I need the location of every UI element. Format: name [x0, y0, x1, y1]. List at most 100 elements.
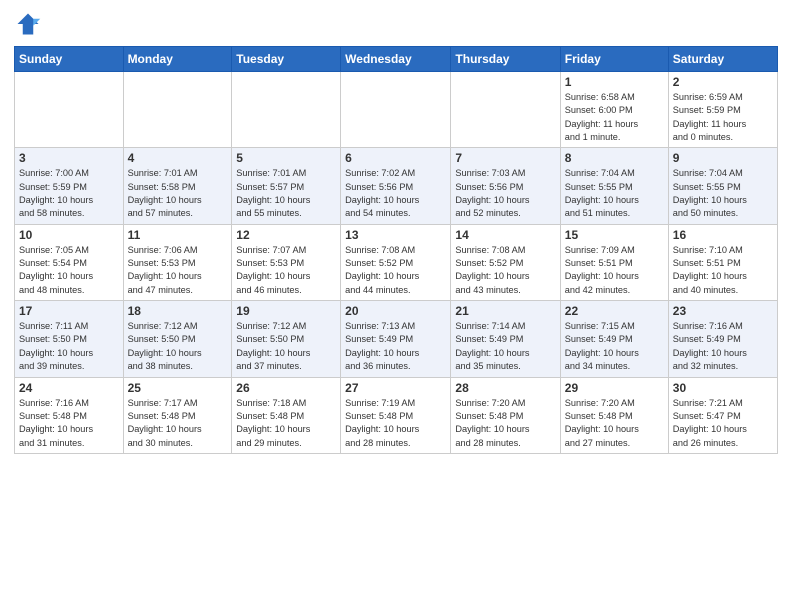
day-info: Sunrise: 7:05 AM Sunset: 5:54 PM Dayligh…: [19, 244, 119, 297]
day-info: Sunrise: 7:21 AM Sunset: 5:47 PM Dayligh…: [673, 397, 773, 450]
day-cell: 18 Sunrise: 7:12 AM Sunset: 5:50 PM Dayli…: [123, 301, 232, 377]
day-info: Sunrise: 7:19 AM Sunset: 5:48 PM Dayligh…: [345, 397, 446, 450]
weekday-header-wednesday: Wednesday: [341, 47, 451, 72]
day-number: 20: [345, 304, 446, 318]
day-number: 14: [455, 228, 555, 242]
day-cell: [15, 72, 124, 148]
weekday-header-row: SundayMondayTuesdayWednesdayThursdayFrid…: [15, 47, 778, 72]
day-info: Sunrise: 7:08 AM Sunset: 5:52 PM Dayligh…: [345, 244, 446, 297]
day-cell: 4 Sunrise: 7:01 AM Sunset: 5:58 PM Daylig…: [123, 148, 232, 224]
day-cell: 11 Sunrise: 7:06 AM Sunset: 5:53 PM Dayli…: [123, 224, 232, 300]
day-cell: [232, 72, 341, 148]
day-cell: [451, 72, 560, 148]
day-info: Sunrise: 7:16 AM Sunset: 5:49 PM Dayligh…: [673, 320, 773, 373]
day-number: 13: [345, 228, 446, 242]
day-info: Sunrise: 7:14 AM Sunset: 5:49 PM Dayligh…: [455, 320, 555, 373]
weekday-header-tuesday: Tuesday: [232, 47, 341, 72]
day-cell: 30 Sunrise: 7:21 AM Sunset: 5:47 PM Dayli…: [668, 377, 777, 453]
day-cell: 28 Sunrise: 7:20 AM Sunset: 5:48 PM Dayli…: [451, 377, 560, 453]
day-info: Sunrise: 6:59 AM Sunset: 5:59 PM Dayligh…: [673, 91, 773, 144]
day-number: 19: [236, 304, 336, 318]
day-number: 9: [673, 151, 773, 165]
day-cell: 13 Sunrise: 7:08 AM Sunset: 5:52 PM Dayli…: [341, 224, 451, 300]
day-cell: 7Sunrise: 7:03 AM Sunset: 5:56 PM Daylig…: [451, 148, 560, 224]
header: [14, 10, 778, 38]
weekday-header-thursday: Thursday: [451, 47, 560, 72]
day-number: 28: [455, 381, 555, 395]
day-cell: 24 Sunrise: 7:16 AM Sunset: 5:48 PM Dayli…: [15, 377, 124, 453]
day-info: Sunrise: 7:08 AM Sunset: 5:52 PM Dayligh…: [455, 244, 555, 297]
day-cell: 22Sunrise: 7:15 AM Sunset: 5:49 PM Dayli…: [560, 301, 668, 377]
day-cell: 8Sunrise: 7:04 AM Sunset: 5:55 PM Daylig…: [560, 148, 668, 224]
day-info: Sunrise: 7:01 AM Sunset: 5:57 PM Dayligh…: [236, 167, 336, 220]
day-number: 4: [128, 151, 228, 165]
day-info: Sunrise: 7:04 AM Sunset: 5:55 PM Dayligh…: [673, 167, 773, 220]
day-info: Sunrise: 7:04 AM Sunset: 5:55 PM Dayligh…: [565, 167, 664, 220]
day-number: 22: [565, 304, 664, 318]
day-info: Sunrise: 7:12 AM Sunset: 5:50 PM Dayligh…: [128, 320, 228, 373]
day-cell: 2 Sunrise: 6:59 AM Sunset: 5:59 PM Daylig…: [668, 72, 777, 148]
day-info: Sunrise: 7:10 AM Sunset: 5:51 PM Dayligh…: [673, 244, 773, 297]
day-number: 24: [19, 381, 119, 395]
day-number: 25: [128, 381, 228, 395]
day-info: Sunrise: 7:11 AM Sunset: 5:50 PM Dayligh…: [19, 320, 119, 373]
day-cell: 16Sunrise: 7:10 AM Sunset: 5:51 PM Dayli…: [668, 224, 777, 300]
day-cell: 1 Sunrise: 6:58 AM Sunset: 6:00 PM Daylig…: [560, 72, 668, 148]
day-cell: 29 Sunrise: 7:20 AM Sunset: 5:48 PM Dayli…: [560, 377, 668, 453]
week-row-4: 17 Sunrise: 7:11 AM Sunset: 5:50 PM Dayli…: [15, 301, 778, 377]
day-cell: [341, 72, 451, 148]
day-cell: 12Sunrise: 7:07 AM Sunset: 5:53 PM Dayli…: [232, 224, 341, 300]
day-cell: 25 Sunrise: 7:17 AM Sunset: 5:48 PM Dayli…: [123, 377, 232, 453]
day-cell: 3 Sunrise: 7:00 AM Sunset: 5:59 PM Daylig…: [15, 148, 124, 224]
day-number: 12: [236, 228, 336, 242]
day-info: Sunrise: 7:01 AM Sunset: 5:58 PM Dayligh…: [128, 167, 228, 220]
day-cell: 6 Sunrise: 7:02 AM Sunset: 5:56 PM Daylig…: [341, 148, 451, 224]
day-info: Sunrise: 7:12 AM Sunset: 5:50 PM Dayligh…: [236, 320, 336, 373]
day-number: 6: [345, 151, 446, 165]
day-cell: 26Sunrise: 7:18 AM Sunset: 5:48 PM Dayli…: [232, 377, 341, 453]
day-info: Sunrise: 7:00 AM Sunset: 5:59 PM Dayligh…: [19, 167, 119, 220]
day-number: 18: [128, 304, 228, 318]
day-info: Sunrise: 7:18 AM Sunset: 5:48 PM Dayligh…: [236, 397, 336, 450]
day-cell: 10 Sunrise: 7:05 AM Sunset: 5:54 PM Dayli…: [15, 224, 124, 300]
day-number: 10: [19, 228, 119, 242]
day-cell: 23 Sunrise: 7:16 AM Sunset: 5:49 PM Dayli…: [668, 301, 777, 377]
day-number: 30: [673, 381, 773, 395]
week-row-5: 24 Sunrise: 7:16 AM Sunset: 5:48 PM Dayli…: [15, 377, 778, 453]
day-number: 11: [128, 228, 228, 242]
day-number: 27: [345, 381, 446, 395]
day-info: Sunrise: 7:17 AM Sunset: 5:48 PM Dayligh…: [128, 397, 228, 450]
day-cell: 14 Sunrise: 7:08 AM Sunset: 5:52 PM Dayli…: [451, 224, 560, 300]
day-info: Sunrise: 7:20 AM Sunset: 5:48 PM Dayligh…: [565, 397, 664, 450]
day-number: 7: [455, 151, 555, 165]
weekday-header-sunday: Sunday: [15, 47, 124, 72]
weekday-header-friday: Friday: [560, 47, 668, 72]
day-info: Sunrise: 7:13 AM Sunset: 5:49 PM Dayligh…: [345, 320, 446, 373]
day-number: 21: [455, 304, 555, 318]
day-number: 15: [565, 228, 664, 242]
logo: [14, 10, 46, 38]
calendar-table: SundayMondayTuesdayWednesdayThursdayFrid…: [14, 46, 778, 454]
day-number: 2: [673, 75, 773, 89]
logo-icon: [14, 10, 42, 38]
day-cell: 20 Sunrise: 7:13 AM Sunset: 5:49 PM Dayli…: [341, 301, 451, 377]
day-number: 1: [565, 75, 664, 89]
day-number: 17: [19, 304, 119, 318]
day-info: Sunrise: 7:02 AM Sunset: 5:56 PM Dayligh…: [345, 167, 446, 220]
weekday-header-monday: Monday: [123, 47, 232, 72]
day-cell: [123, 72, 232, 148]
day-cell: 21 Sunrise: 7:14 AM Sunset: 5:49 PM Dayli…: [451, 301, 560, 377]
day-info: Sunrise: 6:58 AM Sunset: 6:00 PM Dayligh…: [565, 91, 664, 144]
day-cell: 19 Sunrise: 7:12 AM Sunset: 5:50 PM Dayli…: [232, 301, 341, 377]
day-info: Sunrise: 7:20 AM Sunset: 5:48 PM Dayligh…: [455, 397, 555, 450]
day-info: Sunrise: 7:16 AM Sunset: 5:48 PM Dayligh…: [19, 397, 119, 450]
day-number: 23: [673, 304, 773, 318]
day-cell: 9 Sunrise: 7:04 AM Sunset: 5:55 PM Daylig…: [668, 148, 777, 224]
day-number: 29: [565, 381, 664, 395]
day-number: 3: [19, 151, 119, 165]
day-cell: 17 Sunrise: 7:11 AM Sunset: 5:50 PM Dayli…: [15, 301, 124, 377]
day-number: 5: [236, 151, 336, 165]
week-row-2: 3 Sunrise: 7:00 AM Sunset: 5:59 PM Daylig…: [15, 148, 778, 224]
weekday-header-saturday: Saturday: [668, 47, 777, 72]
day-info: Sunrise: 7:06 AM Sunset: 5:53 PM Dayligh…: [128, 244, 228, 297]
